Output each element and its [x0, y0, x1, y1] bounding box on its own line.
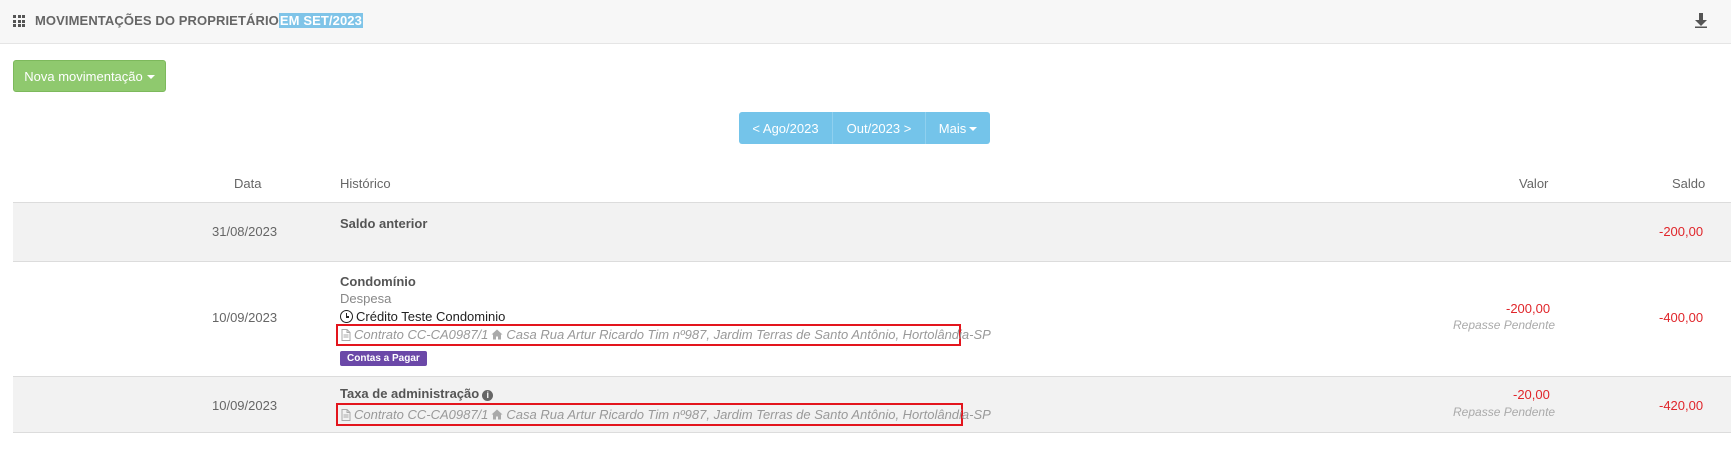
row-credit: Crédito Teste Condominio — [340, 309, 505, 324]
status-badge[interactable]: Contas a Pagar — [340, 351, 427, 366]
row-contract-link[interactable]: Contrato CC-CA0987/1 Casa Rua Artur Rica… — [341, 327, 991, 342]
row-saldo: -420,00 — [1659, 398, 1704, 413]
prev-month-button[interactable]: < Ago/2023 — [739, 112, 833, 144]
contract-code: Contrato CC-CA0987/1 — [354, 407, 489, 422]
title-period-highlight: EM SET/2023 — [278, 13, 363, 28]
table-row: 10/09/2023 Condomínio Despesa Crédito Te… — [13, 261, 1731, 376]
next-month-button[interactable]: Out/2023 > — [833, 112, 926, 144]
more-button[interactable]: Mais — [926, 112, 990, 144]
document-icon — [341, 328, 351, 341]
column-header-historico[interactable]: Histórico — [340, 176, 391, 191]
property-address: Casa Rua Artur Ricardo Tim nº987, Jardim… — [506, 327, 991, 342]
contract-code: Contrato CC-CA0987/1 — [354, 327, 489, 342]
document-icon — [341, 408, 351, 421]
nova-movimentacao-button[interactable]: Nova movimentação — [13, 60, 166, 92]
row-title: Condomínio — [340, 274, 416, 289]
row-date: 31/08/2023 — [212, 224, 278, 239]
home-icon — [491, 409, 503, 420]
caret-down-icon — [969, 127, 978, 131]
grid-icon — [13, 15, 25, 27]
row-valor: -20,00 — [1513, 387, 1550, 402]
clock-icon — [340, 310, 353, 323]
caret-down-icon — [146, 75, 155, 79]
row-status: Repasse Pendente — [1453, 318, 1556, 332]
property-address: Casa Rua Artur Ricardo Tim nº987, Jardim… — [506, 407, 991, 422]
info-icon[interactable]: i — [482, 390, 494, 401]
panel-header: MOVIMENTAÇÕES DO PROPRIETÁRIOEM SET/2023 — [0, 0, 1731, 44]
row-date: 10/09/2023 — [212, 398, 278, 413]
table-row: 31/08/2023 Saldo anterior -200,00 — [13, 202, 1731, 261]
row-contract-link[interactable]: Contrato CC-CA0987/1 Casa Rua Artur Rica… — [341, 407, 991, 422]
month-pager: < Ago/2023 Out/2023 > Mais — [739, 112, 990, 144]
row-status: Repasse Pendente — [1453, 405, 1556, 419]
column-header-valor[interactable]: Valor — [1519, 176, 1548, 191]
row-subtitle: Despesa — [340, 291, 392, 306]
download-icon[interactable] — [1694, 12, 1708, 28]
column-header-saldo[interactable]: Saldo — [1672, 176, 1705, 191]
home-icon — [491, 329, 503, 340]
row-title: Taxa de administração i — [340, 386, 494, 401]
row-saldo: -400,00 — [1659, 310, 1704, 325]
row-saldo: -200,00 — [1659, 224, 1704, 239]
row-title: Saldo anterior — [340, 216, 428, 231]
table-row: 10/09/2023 Taxa de administração i Contra… — [13, 376, 1731, 433]
nova-movimentacao-label: Nova movimentação — [24, 68, 143, 84]
column-header-data[interactable]: Data — [234, 176, 261, 191]
row-date: 10/09/2023 — [212, 310, 278, 325]
row-valor: -200,00 — [1506, 301, 1551, 316]
panel-title: MOVIMENTAÇÕES DO PROPRIETÁRIOEM SET/2023 — [35, 13, 363, 28]
